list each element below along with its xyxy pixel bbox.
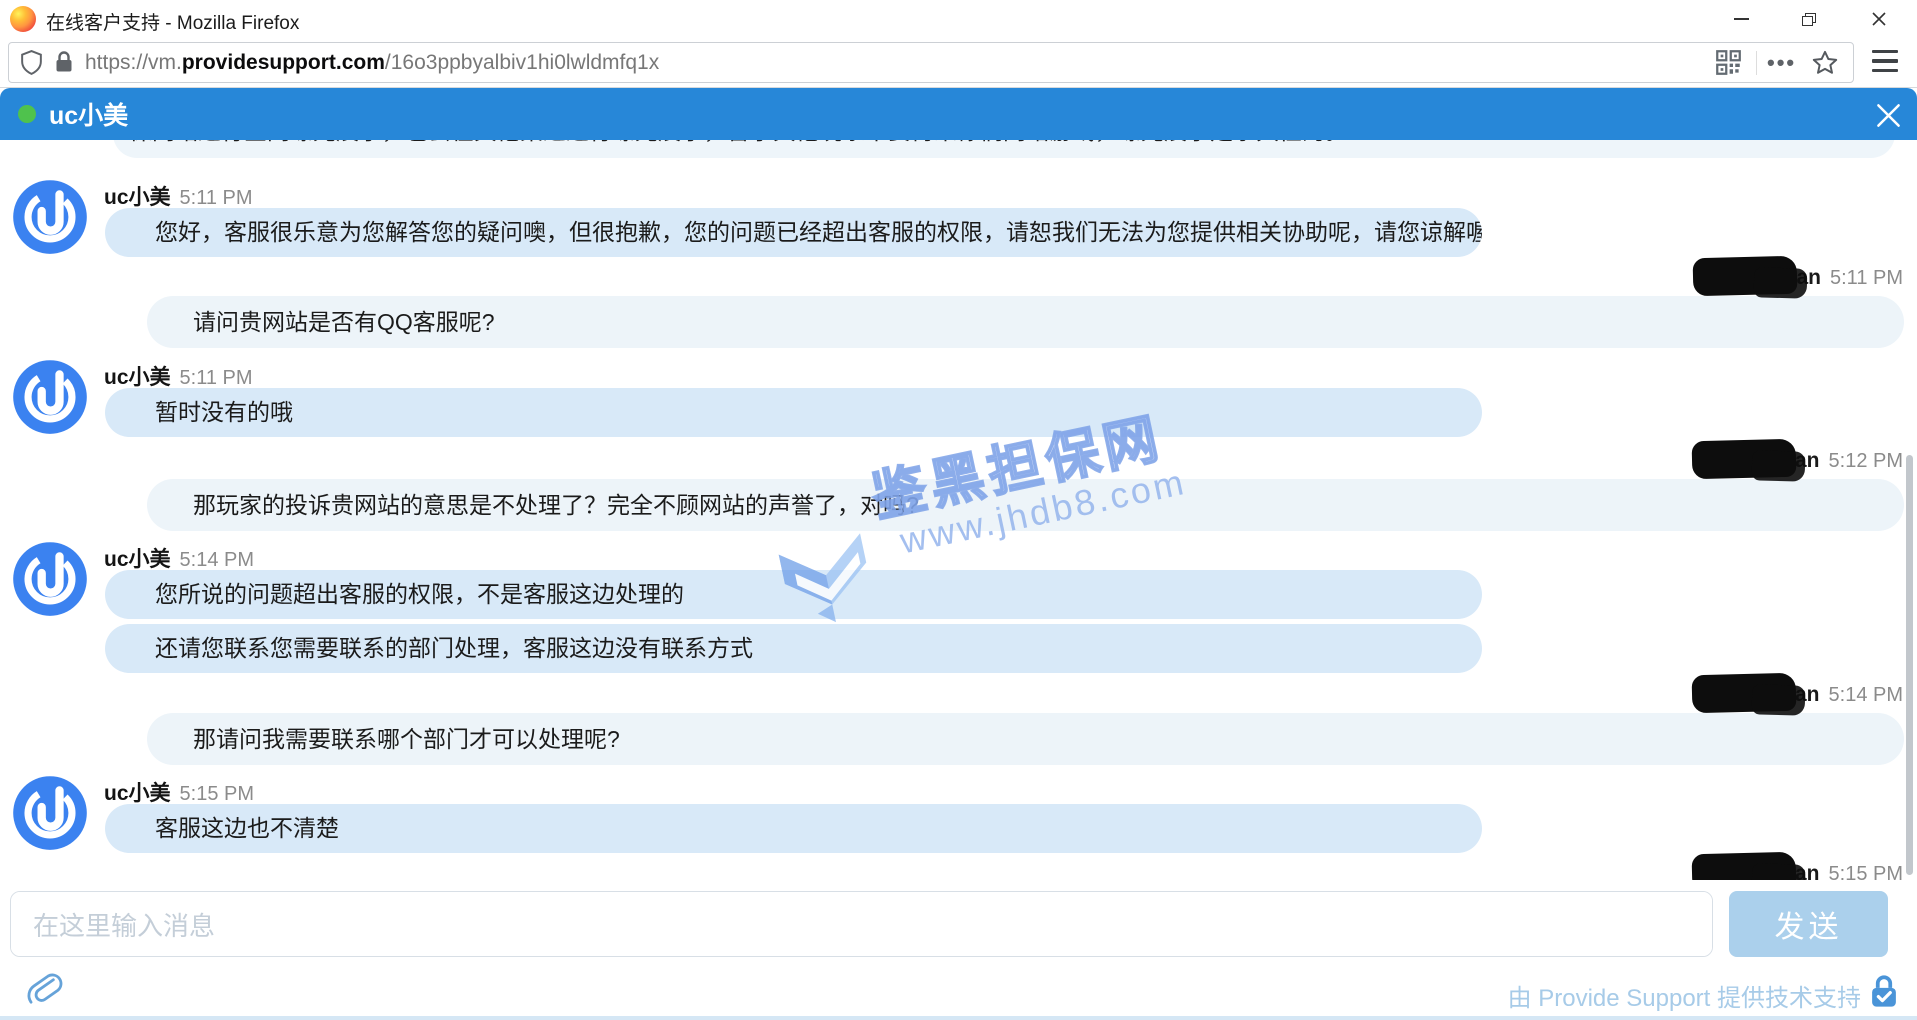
close-icon [1871, 11, 1887, 27]
browser-window: 在线客户支持 - Mozilla Firefox https://vm.prov… [0, 0, 1917, 1020]
url-display: https://vm.providesupport.com/16o3ppbyal… [85, 43, 659, 82]
message-time: 5:15 PM [1829, 863, 1903, 881]
redaction-scribble [1752, 450, 1806, 481]
message-agent: uc小美 5:15 PM 客服这边也不清楚 [0, 777, 1917, 853]
toolbar-separator [1756, 51, 1757, 75]
close-icon [1875, 102, 1902, 129]
message-visitor: dinghaigan 5:11 PM 请问贵网站是否有QQ客服呢? [0, 263, 1917, 348]
firefox-icon [10, 6, 36, 32]
message-bubble: 那请问我需要联系哪个部门才可以处理呢? [147, 713, 1904, 765]
agent-avatar [12, 541, 88, 617]
chat-message-area: 保网站进行全网曝光展示，也会在其他渠道进行曝光展示，警示其他玩家不要再来你们网站… [0, 140, 1917, 880]
redaction-scribble [1752, 863, 1806, 880]
message-visitor-partial: dinghaigan 5:15 PM [0, 859, 1917, 880]
secure-lock-icon [1869, 974, 1899, 1008]
powered-by-link[interactable]: 由 Provide Support 提供技术支持 [1508, 978, 1861, 1013]
message-visitor: dinghaigan 5:14 PM 那请问我需要联系哪个部门才可以处理呢? [0, 680, 1917, 765]
chat-agent-name: uc小美 [49, 96, 128, 132]
message-bubble: 您好，客服很乐意为您解答您的疑问噢，但很抱歉，您的问题已经超出客服的权限，请恕我… [105, 208, 1482, 257]
message-input[interactable] [10, 891, 1713, 957]
message-time: 5:12 PM [1829, 450, 1903, 473]
message-agent: uc小美 5:11 PM 暂时没有的哦 [0, 361, 1917, 437]
message-bubble: 还请您联系您需要联系的部门处理，客服这边没有联系方式 [105, 624, 1482, 673]
composer: 发送 由 Provide Support 提供技术支持 [0, 880, 1917, 1020]
message-bubble: 请问贵网站是否有QQ客服呢? [147, 296, 1904, 348]
browser-toolbar: https://vm.providesupport.com/16o3ppbyal… [0, 38, 1917, 88]
page-actions-icon[interactable]: ••• [1767, 43, 1796, 82]
message-time: 5:14 PM [1829, 684, 1903, 707]
restore-button[interactable] [1786, 0, 1832, 38]
sender-name: uc小美 [104, 777, 171, 807]
message-bubble: 暂时没有的哦 [105, 388, 1482, 437]
https-lock-icon[interactable] [53, 43, 75, 82]
window-title: 在线客户支持 - Mozilla Firefox [46, 8, 299, 35]
message-bubble: 保网站进行全网曝光展示，也会在其他渠道进行曝光展示，警示其他玩家不要再来你们网站… [113, 140, 1895, 158]
message-time: 5:11 PM [1830, 267, 1903, 290]
message-agent: uc小美 5:14 PM 您所说的问题超出客服的权限，不是客服这边处理的 还请您… [0, 543, 1917, 673]
url-scheme: https://vm. [85, 51, 182, 75]
url-bar[interactable]: https://vm.providesupport.com/16o3ppbyal… [8, 42, 1854, 83]
chat-header: uc小美 [0, 88, 1917, 140]
tracking-protection-shield-icon[interactable] [19, 43, 44, 82]
sender-name: uc小美 [104, 543, 171, 573]
chat-close-button[interactable] [1873, 100, 1903, 130]
agent-avatar [12, 775, 88, 851]
message-agent: uc小美 5:11 PM 您好，客服很乐意为您解答您的疑问噢，但很抱歉，您的问题… [0, 181, 1917, 257]
message-visitor: dinghaigan 5:12 PM 那玩家的投诉贵网站的意思是不处理了？完全不… [0, 446, 1917, 531]
minimize-button[interactable] [1718, 0, 1764, 38]
message-time: 5:15 PM [180, 783, 254, 806]
message-time: 5:11 PM [180, 367, 253, 390]
message-visitor-partial: 保网站进行全网曝光展示，也会在其他渠道进行曝光展示，警示其他玩家不要再来你们网站… [0, 140, 1917, 158]
sender-name: uc小美 [104, 181, 171, 211]
message-bubble: 您所说的问题超出客服的权限，不是客服这边处理的 [105, 570, 1482, 619]
agent-avatar [12, 179, 88, 255]
message-bubble: 客服这边也不清楚 [105, 804, 1482, 853]
agent-avatar [12, 359, 88, 435]
close-window-button[interactable] [1856, 0, 1902, 38]
redaction-scribble [1753, 267, 1807, 298]
message-time: 5:11 PM [180, 187, 253, 210]
online-status-dot [18, 105, 36, 123]
message-bubble: 那玩家的投诉贵网站的意思是不处理了？完全不顾网站的声誉了，对吗? [147, 479, 1904, 531]
send-button[interactable]: 发送 [1729, 891, 1888, 957]
bookmark-star-icon[interactable] [1811, 43, 1839, 82]
window-titlebar: 在线客户支持 - Mozilla Firefox [0, 0, 1917, 38]
scrollbar[interactable] [1906, 455, 1913, 875]
widget-bottom-edge [0, 1016, 1917, 1020]
redaction-scribble [1752, 684, 1806, 715]
url-domain: providesupport.com [182, 51, 385, 75]
qr-code-icon[interactable] [1715, 43, 1742, 82]
attach-file-button[interactable] [22, 966, 66, 1010]
sender-name: uc小美 [104, 361, 171, 391]
paperclip-icon [22, 966, 66, 1010]
url-path: /16o3ppbyalbiv1hi0lwldmfq1x [385, 51, 659, 75]
minimize-icon [1734, 18, 1749, 20]
restore-icon [1802, 13, 1817, 26]
menu-hamburger-icon[interactable] [1872, 50, 1898, 72]
message-time: 5:14 PM [180, 549, 254, 572]
